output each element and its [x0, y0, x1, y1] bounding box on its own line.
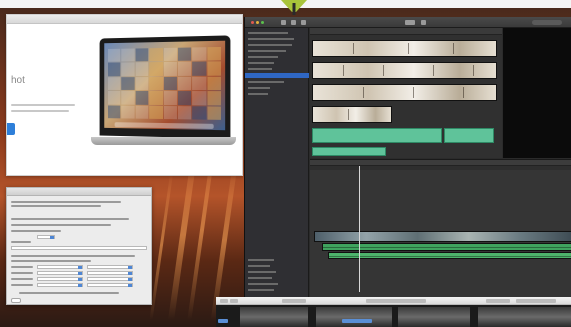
settings-dialog: [6, 187, 152, 305]
media-thumbnail[interactable]: [398, 307, 470, 327]
selected-clip[interactable]: [312, 128, 442, 143]
dialog-select[interactable]: [37, 235, 55, 239]
dialog-text-line: [11, 241, 31, 243]
media-thumbnail[interactable]: [478, 307, 571, 327]
preview-action-button[interactable]: [7, 123, 15, 135]
dialog-text-line: [11, 201, 121, 203]
sidebar-item[interactable]: [248, 259, 274, 261]
desktop-screen: hot: [0, 0, 571, 327]
dialog-select[interactable]: [37, 265, 83, 269]
preview-text-line: [11, 110, 69, 112]
bottom-panel: [216, 297, 571, 327]
sidebar-item-selected[interactable]: [245, 73, 309, 78]
sidebar-item[interactable]: [248, 56, 278, 58]
sidebar-item[interactable]: [248, 87, 270, 89]
dialog-text-line: [11, 230, 61, 232]
minimize-window-icon[interactable]: [256, 21, 259, 24]
pin-marker-icon: [281, 0, 307, 15]
toolbar-button[interactable]: [220, 299, 228, 303]
video-clip[interactable]: [312, 106, 392, 123]
video-clip[interactable]: [312, 84, 497, 101]
dialog-text-line: [11, 224, 111, 226]
dialog-select[interactable]: [87, 271, 133, 275]
media-browser: [310, 28, 502, 158]
dialog-select[interactable]: [37, 277, 83, 281]
editor-toolbar: [245, 17, 571, 28]
selected-clip[interactable]: [444, 128, 494, 143]
dialog-select[interactable]: [87, 283, 133, 287]
timeline: [310, 159, 571, 297]
sidebar-item[interactable]: [248, 32, 288, 34]
dialog-row-label: [11, 266, 33, 268]
playhead[interactable]: [359, 166, 360, 292]
timeline-ruler[interactable]: [310, 166, 571, 170]
dialog-text-line: [11, 260, 91, 262]
sidebar-item[interactable]: [248, 271, 276, 273]
dialog-select[interactable]: [37, 271, 83, 275]
preview-window: hot: [6, 14, 243, 176]
help-button[interactable]: [11, 298, 21, 303]
timeline-audio-track[interactable]: [328, 252, 571, 259]
selected-clip[interactable]: [312, 147, 386, 156]
dialog-text-line: [11, 205, 101, 207]
dialog-text-line: [19, 292, 119, 294]
dialog-row-label: [11, 272, 33, 274]
toolbar-button[interactable]: [486, 299, 510, 303]
dialog-select[interactable]: [87, 265, 133, 269]
sidebar-item[interactable]: [248, 38, 294, 40]
dialog-row-label: [11, 278, 33, 280]
dialog-text-line: [11, 255, 135, 257]
dialog-select[interactable]: [37, 283, 83, 287]
search-input[interactable]: [532, 20, 562, 25]
preview-heading: hot: [11, 75, 25, 86]
library-icon[interactable]: [291, 20, 296, 25]
toolbar-button[interactable]: [282, 299, 306, 303]
preview-text-line: [11, 104, 75, 106]
video-clip[interactable]: [312, 40, 497, 57]
toolbar-button[interactable]: [366, 299, 426, 303]
media-thumbnail[interactable]: [316, 307, 392, 327]
sidebar-item[interactable]: [248, 81, 284, 83]
video-viewer[interactable]: [503, 28, 571, 158]
sidebar-item[interactable]: [248, 44, 292, 46]
sidebar-item[interactable]: [248, 265, 270, 267]
sidebar-item[interactable]: [248, 283, 278, 285]
library-sidebar: [245, 28, 309, 297]
sidebar-item[interactable]: [248, 277, 272, 279]
video-clip[interactable]: [312, 62, 497, 79]
dialog-titlebar[interactable]: [7, 188, 151, 196]
laptop-illustration: [91, 35, 236, 151]
dialog-select[interactable]: [87, 277, 133, 281]
media-icon[interactable]: [301, 20, 306, 25]
close-window-icon[interactable]: [251, 21, 254, 24]
zoom-window-icon[interactable]: [261, 21, 264, 24]
blue-button[interactable]: [342, 319, 372, 323]
blue-button[interactable]: [218, 319, 228, 323]
sidebar-item[interactable]: [248, 289, 274, 291]
preview-window-titlebar[interactable]: [7, 15, 242, 24]
adjust-icon[interactable]: [421, 20, 426, 25]
dialog-text-line: [11, 218, 129, 220]
dialog-row-label: [11, 284, 33, 286]
timeline-video-track[interactable]: [314, 231, 571, 242]
sidebar-item[interactable]: [248, 68, 272, 70]
dialog-text-field[interactable]: [11, 246, 147, 250]
sidebar-item[interactable]: [248, 50, 286, 52]
toolbar-button[interactable]: [516, 299, 556, 303]
video-editor-window: [244, 17, 571, 297]
sidebar-item[interactable]: [248, 62, 274, 64]
bottom-toolbar: [216, 297, 571, 305]
enhance-icon[interactable]: [405, 20, 415, 25]
toolbar-button[interactable]: [230, 299, 238, 303]
sidebar-item[interactable]: [248, 93, 268, 95]
import-icon[interactable]: [281, 20, 286, 25]
media-thumbnail[interactable]: [240, 307, 308, 327]
